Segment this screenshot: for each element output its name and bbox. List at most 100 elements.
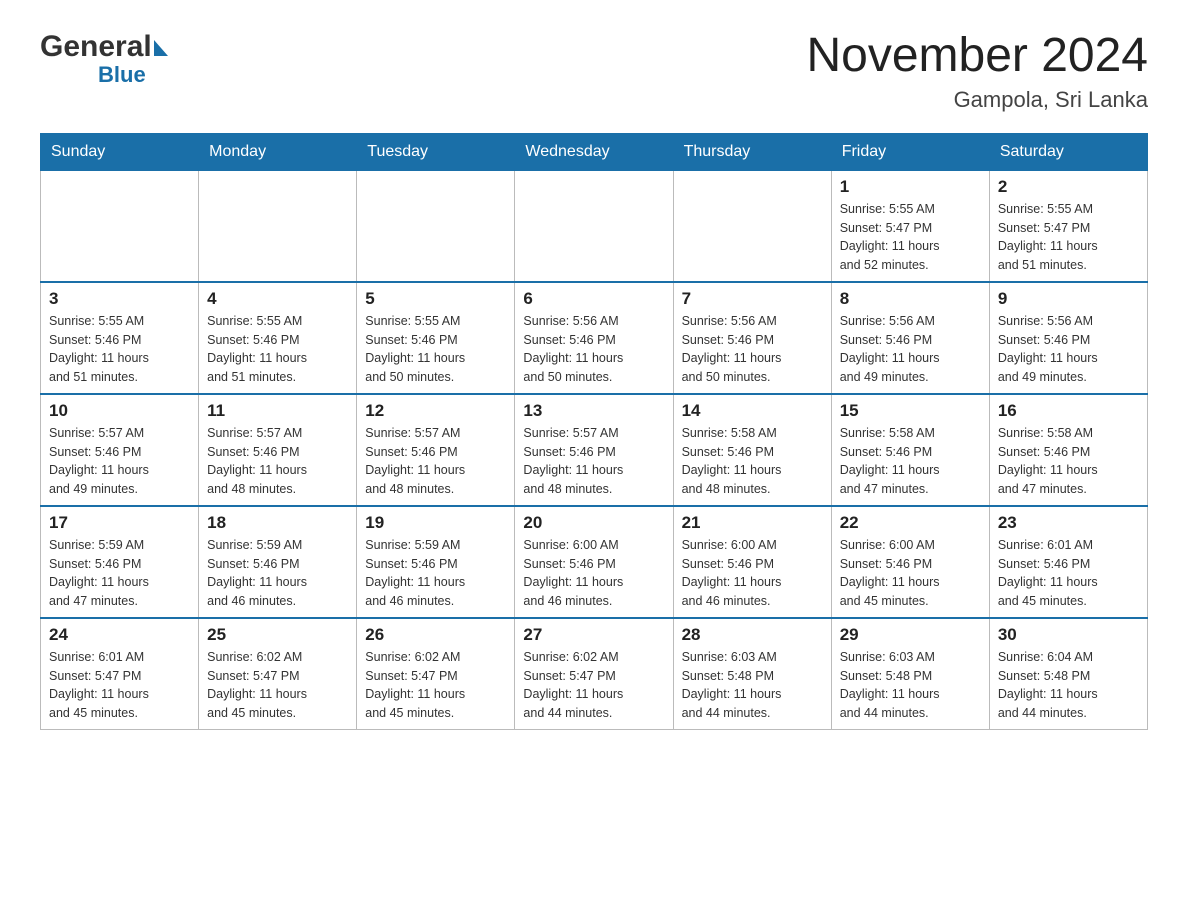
calendar-cell: 23 Sunrise: 6:01 AM Sunset: 5:46 PM Dayli… [989,506,1147,618]
calendar-cell: 21Sunrise: 6:00 AM Sunset: 5:46 PM Dayli… [673,506,831,618]
calendar-week-4: 17 Sunrise: 5:59 AM Sunset: 5:46 PM Dayli… [41,506,1148,618]
calendar-cell: 7 Sunrise: 5:56 AM Sunset: 5:46 PM Daylig… [673,282,831,394]
calendar-header-wednesday: Wednesday [515,134,673,170]
day-info: Sunrise: 5:55 AM Sunset: 5:46 PM Dayligh… [365,312,506,387]
day-info: Sunrise: 6:00 AM Sunset: 5:46 PM Dayligh… [523,536,664,611]
day-info: Sunrise: 5:57 AM Sunset: 5:46 PM Dayligh… [49,424,190,499]
day-number: 22 [840,513,981,533]
day-info: Sunrise: 6:02 AM Sunset: 5:47 PM Dayligh… [207,648,348,723]
calendar-cell: 30 Sunrise: 6:04 AM Sunset: 5:48 PM Dayli… [989,618,1147,730]
logo: General Blue [40,30,168,87]
day-info: Sunrise: 5:55 AM Sunset: 5:47 PM Dayligh… [840,200,981,275]
calendar-cell [357,170,515,282]
calendar-cell: 15 Sunrise: 5:58 AM Sunset: 5:46 PM Dayli… [831,394,989,506]
calendar-cell [515,170,673,282]
calendar-header-saturday: Saturday [989,134,1147,170]
calendar-cell: 5 Sunrise: 5:55 AM Sunset: 5:46 PM Daylig… [357,282,515,394]
day-info: Sunrise: 5:57 AM Sunset: 5:46 PM Dayligh… [207,424,348,499]
day-number: 26 [365,625,506,645]
day-number: 1 [840,177,981,197]
day-number: 2 [998,177,1139,197]
day-info: Sunrise: 6:01 AM Sunset: 5:47 PM Dayligh… [49,648,190,723]
calendar-cell: 24 Sunrise: 6:01 AM Sunset: 5:47 PM Dayli… [41,618,199,730]
day-number: 4 [207,289,348,309]
day-number: 13 [523,401,664,421]
day-number: 24 [49,625,190,645]
location-text: Gampola, Sri Lanka [806,87,1148,113]
day-info: Sunrise: 5:58 AM Sunset: 5:46 PM Dayligh… [840,424,981,499]
day-info: Sunrise: 6:00 AM Sunset: 5:46 PM Dayligh… [682,536,823,611]
day-info: Sunrise: 6:03 AM Sunset: 5:48 PM Dayligh… [840,648,981,723]
logo-arrow-icon [154,40,168,56]
day-info: Sunrise: 5:59 AM Sunset: 5:46 PM Dayligh… [49,536,190,611]
calendar-header-sunday: Sunday [41,134,199,170]
day-number: 25 [207,625,348,645]
day-number: 14 [682,401,823,421]
calendar-cell: 25 Sunrise: 6:02 AM Sunset: 5:47 PM Dayli… [199,618,357,730]
day-info: Sunrise: 5:55 AM Sunset: 5:47 PM Dayligh… [998,200,1139,275]
day-number: 9 [998,289,1139,309]
calendar-cell [673,170,831,282]
day-number: 30 [998,625,1139,645]
day-number: 27 [523,625,664,645]
day-number: 15 [840,401,981,421]
day-number: 16 [998,401,1139,421]
calendar-week-1: 1 Sunrise: 5:55 AM Sunset: 5:47 PM Daylig… [41,170,1148,282]
calendar-week-2: 3 Sunrise: 5:55 AM Sunset: 5:46 PM Daylig… [41,282,1148,394]
day-number: 20 [523,513,664,533]
calendar-cell: 14 Sunrise: 5:58 AM Sunset: 5:46 PM Dayli… [673,394,831,506]
day-info: Sunrise: 5:58 AM Sunset: 5:46 PM Dayligh… [682,424,823,499]
day-number: 6 [523,289,664,309]
day-info: Sunrise: 6:00 AM Sunset: 5:46 PM Dayligh… [840,536,981,611]
calendar-header-friday: Friday [831,134,989,170]
calendar-cell: 1 Sunrise: 5:55 AM Sunset: 5:47 PM Daylig… [831,170,989,282]
calendar-table: SundayMondayTuesdayWednesdayThursdayFrid… [40,133,1148,730]
day-number: 23 [998,513,1139,533]
calendar-cell: 17 Sunrise: 5:59 AM Sunset: 5:46 PM Dayli… [41,506,199,618]
title-block: November 2024 Gampola, Sri Lanka [806,30,1148,113]
calendar-week-3: 10Sunrise: 5:57 AM Sunset: 5:46 PM Dayli… [41,394,1148,506]
day-info: Sunrise: 5:55 AM Sunset: 5:46 PM Dayligh… [49,312,190,387]
calendar-cell: 10Sunrise: 5:57 AM Sunset: 5:46 PM Dayli… [41,394,199,506]
calendar-header-row: SundayMondayTuesdayWednesdayThursdayFrid… [41,134,1148,170]
calendar-header-thursday: Thursday [673,134,831,170]
day-number: 3 [49,289,190,309]
day-info: Sunrise: 5:55 AM Sunset: 5:46 PM Dayligh… [207,312,348,387]
day-info: Sunrise: 5:57 AM Sunset: 5:46 PM Dayligh… [365,424,506,499]
calendar-cell: 26 Sunrise: 6:02 AM Sunset: 5:47 PM Dayli… [357,618,515,730]
day-number: 7 [682,289,823,309]
calendar-cell: 19 Sunrise: 5:59 AM Sunset: 5:46 PM Dayli… [357,506,515,618]
day-info: Sunrise: 6:02 AM Sunset: 5:47 PM Dayligh… [365,648,506,723]
calendar-cell: 4 Sunrise: 5:55 AM Sunset: 5:46 PM Daylig… [199,282,357,394]
calendar-cell: 2 Sunrise: 5:55 AM Sunset: 5:47 PM Daylig… [989,170,1147,282]
calendar-cell: 29Sunrise: 6:03 AM Sunset: 5:48 PM Dayli… [831,618,989,730]
calendar-header-tuesday: Tuesday [357,134,515,170]
calendar-cell: 8 Sunrise: 5:56 AM Sunset: 5:46 PM Daylig… [831,282,989,394]
day-number: 18 [207,513,348,533]
calendar-cell: 11Sunrise: 5:57 AM Sunset: 5:46 PM Dayli… [199,394,357,506]
day-number: 5 [365,289,506,309]
calendar-week-5: 24 Sunrise: 6:01 AM Sunset: 5:47 PM Dayli… [41,618,1148,730]
day-info: Sunrise: 5:59 AM Sunset: 5:46 PM Dayligh… [207,536,348,611]
calendar-cell: 6Sunrise: 5:56 AM Sunset: 5:46 PM Daylig… [515,282,673,394]
day-number: 17 [49,513,190,533]
day-info: Sunrise: 5:59 AM Sunset: 5:46 PM Dayligh… [365,536,506,611]
calendar-cell: 22 Sunrise: 6:00 AM Sunset: 5:46 PM Dayli… [831,506,989,618]
day-info: Sunrise: 6:03 AM Sunset: 5:48 PM Dayligh… [682,648,823,723]
logo-blue-text: Blue [98,62,146,87]
day-number: 28 [682,625,823,645]
month-title: November 2024 [806,30,1148,83]
day-info: Sunrise: 5:58 AM Sunset: 5:46 PM Dayligh… [998,424,1139,499]
day-info: Sunrise: 6:01 AM Sunset: 5:46 PM Dayligh… [998,536,1139,611]
calendar-cell: 3 Sunrise: 5:55 AM Sunset: 5:46 PM Daylig… [41,282,199,394]
calendar-cell: 13Sunrise: 5:57 AM Sunset: 5:46 PM Dayli… [515,394,673,506]
day-number: 12 [365,401,506,421]
day-info: Sunrise: 6:04 AM Sunset: 5:48 PM Dayligh… [998,648,1139,723]
day-info: Sunrise: 5:56 AM Sunset: 5:46 PM Dayligh… [840,312,981,387]
calendar-cell: 27Sunrise: 6:02 AM Sunset: 5:47 PM Dayli… [515,618,673,730]
day-info: Sunrise: 5:56 AM Sunset: 5:46 PM Dayligh… [682,312,823,387]
day-number: 19 [365,513,506,533]
day-number: 8 [840,289,981,309]
calendar-header-monday: Monday [199,134,357,170]
calendar-cell [199,170,357,282]
